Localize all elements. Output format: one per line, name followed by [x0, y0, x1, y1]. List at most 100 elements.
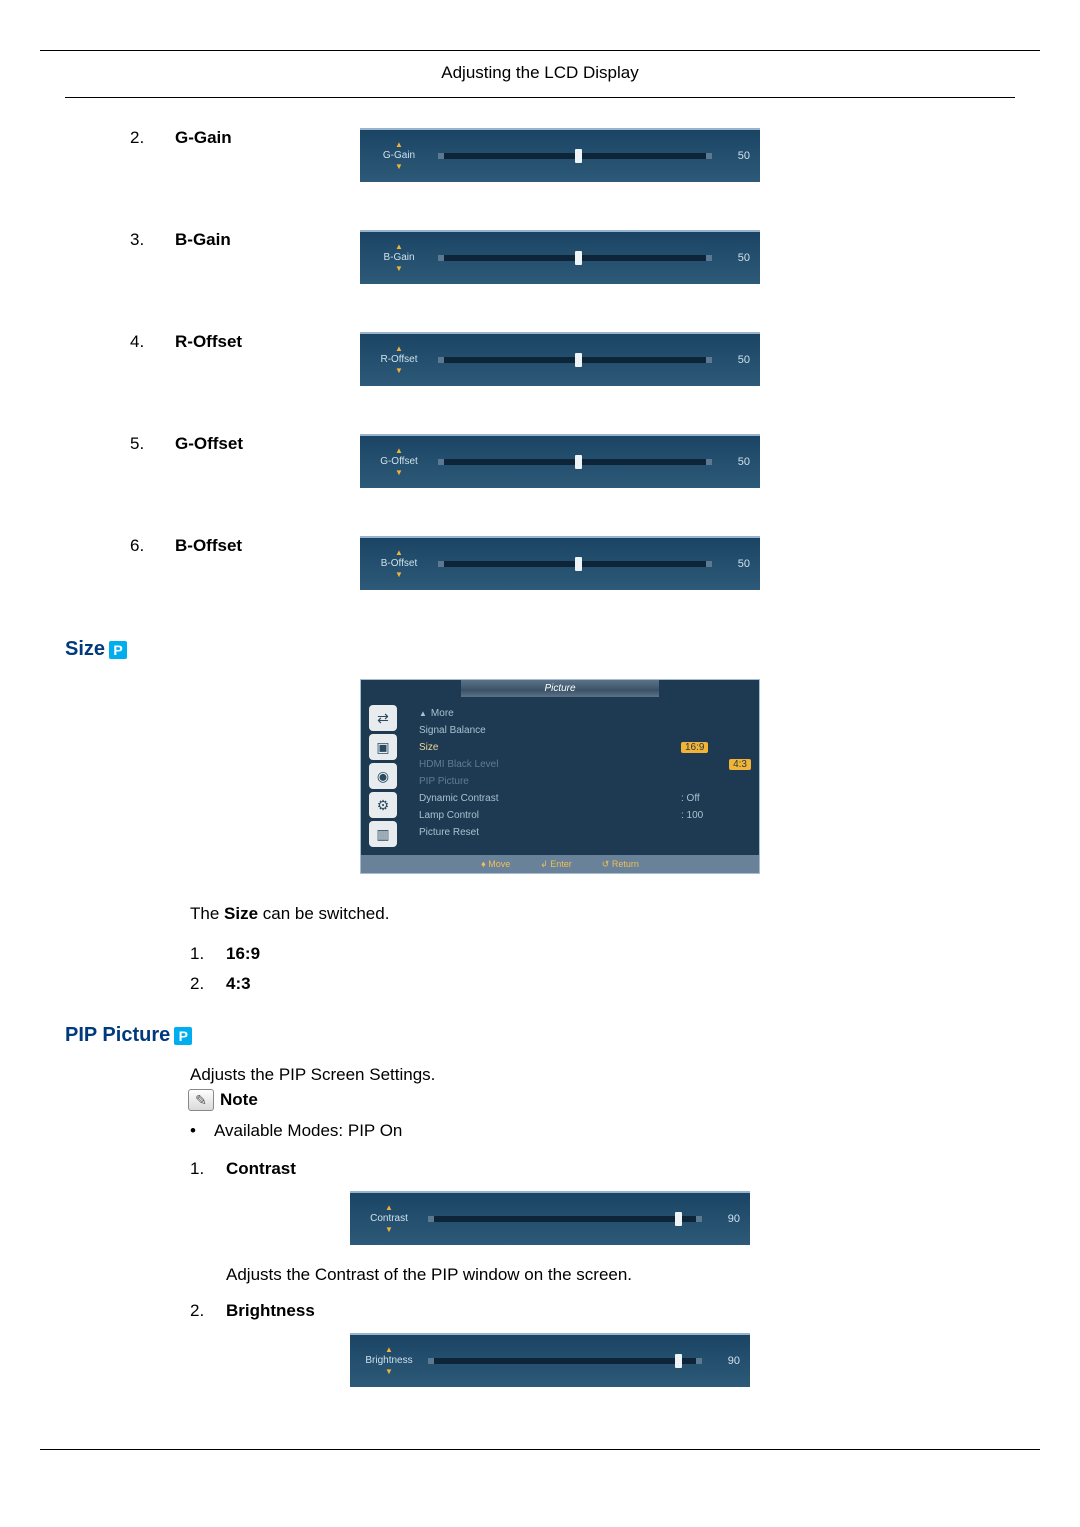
- osd-menu-item: Picture Reset: [419, 824, 751, 841]
- slider-track: [438, 153, 712, 159]
- osd-menu-item: PIP Picture: [419, 773, 751, 790]
- slider-thumb: [575, 251, 582, 265]
- pip-contrast-block: 1. Contrast ▲ Contrast ▼ 90 Adjusts the …: [190, 1159, 1015, 1285]
- osd-item-label: Signal Balance: [419, 722, 681, 739]
- setup-icon: ⚙: [369, 792, 397, 818]
- contrast-label: Contrast: [226, 1159, 296, 1179]
- osd-item-value: [681, 824, 751, 841]
- osd-slider: ▲B-Offset ▼ 50: [360, 536, 760, 590]
- pip-intro: Adjusts the PIP Screen Settings.: [190, 1065, 955, 1085]
- osd-contrast-slider: ▲ Contrast ▼ 90: [350, 1191, 750, 1245]
- option-label: 4:3: [226, 974, 251, 994]
- list-number: 2.: [190, 974, 226, 994]
- slider-row: 5.G-Offset▲G-Offset▼50: [130, 434, 1015, 488]
- page-title: Adjusting the LCD Display: [65, 51, 1015, 98]
- osd-item-label: HDMI Black Level: [419, 756, 729, 773]
- list-number: 2.: [130, 128, 175, 148]
- arrow-up-icon: ▲: [360, 1204, 418, 1212]
- sound-icon: ◉: [369, 763, 397, 789]
- slider-thumb: [675, 1212, 682, 1226]
- page: Adjusting the LCD Display 2.G-Gain▲G-Gai…: [40, 50, 1040, 1450]
- slider-value: 50: [722, 252, 750, 264]
- list-number: 2.: [190, 1301, 226, 1321]
- slider-name: R-Offset: [175, 332, 350, 352]
- pip-title-text: PIP Picture: [65, 1024, 170, 1047]
- slider-name: B-Offset: [175, 536, 350, 556]
- slider-thumb: [675, 1354, 682, 1368]
- list-number: 1.: [190, 1159, 226, 1179]
- note-row: ✎ Note: [188, 1089, 1015, 1111]
- osd-item-label: Lamp Control: [419, 807, 681, 824]
- arrow-down-icon: ▼: [360, 1368, 418, 1376]
- list-item: 1.16:9: [190, 944, 1015, 964]
- slider-value: 90: [712, 1355, 740, 1367]
- osd-menu-item: HDMI Black Level4:3: [419, 756, 751, 773]
- p-badge-icon: P: [109, 641, 127, 659]
- osd-slider-label: B-Offset: [381, 558, 418, 569]
- arrow-up-icon: ▲: [370, 141, 428, 149]
- slider-track: [438, 357, 712, 363]
- multi-icon: ▥: [369, 821, 397, 847]
- slider-thumb: [575, 455, 582, 469]
- brightness-label: Brightness: [226, 1301, 315, 1321]
- osd-slider-label: Contrast: [370, 1213, 408, 1224]
- osd-slider: ▲G-Offset▼50: [360, 434, 760, 488]
- slider-row: 3.B-Gain▲B-Gain▼50: [130, 230, 1015, 284]
- osd-item-label: Dynamic Contrast: [419, 790, 681, 807]
- arrow-up-icon: ▲: [370, 345, 428, 353]
- list-number: 3.: [130, 230, 175, 250]
- slider-value: 50: [722, 558, 750, 570]
- slider-row: 4.R-Offset▲R-Offset▼50: [130, 332, 1015, 386]
- content: 2.G-Gain▲G-Gain▼503.B-Gain▲B-Gain▼504.R-…: [65, 98, 1015, 1387]
- osd-menu-item: Lamp Control: 100: [419, 807, 751, 824]
- section-title-pip: PIP Picture P: [65, 1024, 1015, 1047]
- osd-menu-items: More Signal BalanceSize16:9HDMI Black Le…: [403, 705, 751, 847]
- osd-slider-label: Brightness: [365, 1355, 412, 1366]
- slider-track: [438, 255, 712, 261]
- slider-name: G-Offset: [175, 434, 350, 454]
- arrow-down-icon: ▼: [370, 163, 428, 171]
- osd-menu-item: Size16:9: [419, 739, 751, 756]
- list-number: 4.: [130, 332, 175, 352]
- osd-slider-label: R-Offset: [380, 354, 417, 365]
- footer-enter: ↲ Enter: [540, 859, 572, 870]
- arrow-down-icon: ▼: [370, 469, 428, 477]
- size-options-list: 1.16:9 2.4:3: [190, 944, 1015, 994]
- osd-slider-label: B-Gain: [383, 252, 414, 263]
- osd-item-value: : Off: [681, 790, 751, 807]
- bullet-dot: •: [190, 1121, 214, 1141]
- osd-item-value: 16:9: [681, 742, 708, 753]
- osd-menu-item: Signal Balance: [419, 722, 751, 739]
- osd-item-more: More: [419, 705, 751, 722]
- osd-menu-icons: ⇄ ▣ ◉ ⚙ ▥: [369, 705, 403, 847]
- osd-item-label: Picture Reset: [419, 824, 681, 841]
- section-title-size: Size P: [65, 638, 1015, 661]
- osd-slider-label: G-Offset: [380, 456, 418, 467]
- p-badge-icon: P: [174, 1027, 192, 1045]
- arrow-up-icon: ▲: [370, 549, 428, 557]
- osd-item-value: 4:3: [729, 759, 751, 770]
- arrow-up-icon: ▲: [360, 1346, 418, 1354]
- osd-menu-item: Dynamic Contrast: Off: [419, 790, 751, 807]
- note-label: Note: [220, 1090, 258, 1110]
- slider-track: [428, 1216, 702, 1222]
- osd-slider-label: G-Gain: [383, 150, 415, 161]
- slider-value: 50: [722, 456, 750, 468]
- list-number: 1.: [190, 944, 226, 964]
- slider-track: [438, 459, 712, 465]
- footer-move: ♦ Move: [481, 859, 510, 869]
- slider-thumb: [575, 557, 582, 571]
- arrow-down-icon: ▼: [360, 1226, 418, 1234]
- osd-menu-body: ⇄ ▣ ◉ ⚙ ▥ More Signal BalanceSize16:9HDM…: [361, 697, 759, 855]
- list-number: 5.: [130, 434, 175, 454]
- osd-slider: ▲R-Offset▼50: [360, 332, 760, 386]
- osd-menu-title: Picture: [461, 680, 659, 697]
- arrow-down-icon: ▼: [370, 571, 428, 579]
- slider-track: [438, 561, 712, 567]
- slider-name: B-Gain: [175, 230, 350, 250]
- slider-thumb: [575, 353, 582, 367]
- osd-slider: ▲B-Gain▼50: [360, 230, 760, 284]
- size-description: The Size can be switched.: [190, 904, 955, 924]
- pip-brightness-block: 2. Brightness ▲ Brightness ▼ 90: [190, 1301, 1015, 1387]
- list-item: 2.4:3: [190, 974, 1015, 994]
